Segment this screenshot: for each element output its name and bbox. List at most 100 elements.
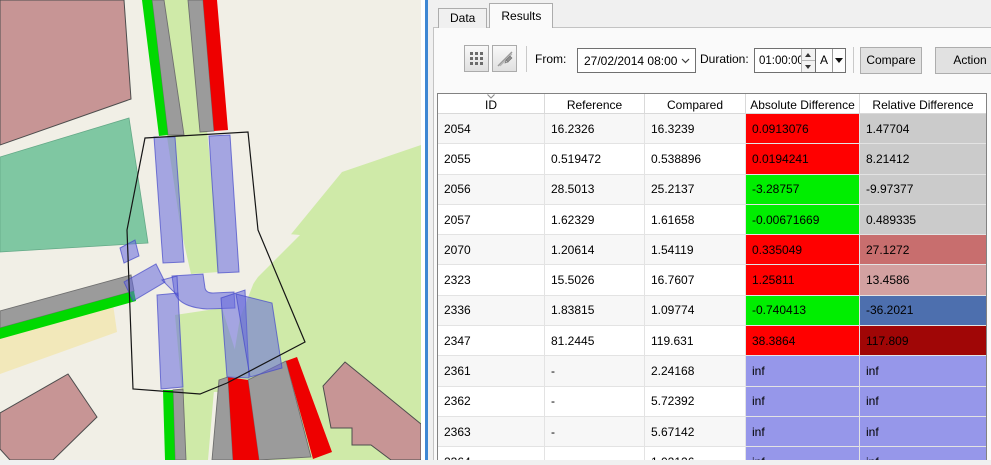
duration-label: Duration:	[700, 52, 749, 66]
cell-compared: 5.67142	[645, 417, 746, 447]
sort-indicator-icon	[487, 94, 496, 99]
chevron-down-icon	[681, 58, 695, 64]
tab-bar: Data Results	[438, 3, 555, 28]
cell-id: 2054	[438, 114, 545, 144]
from-datetime-combo[interactable]: 27/02/2014 08:00	[577, 48, 696, 73]
cell-compared: 1.02126	[645, 447, 746, 460]
cell-absolute-difference: -0.00671669	[746, 205, 860, 235]
table-row[interactable]: 2362 - 5.72392 inf inf	[438, 387, 986, 417]
cell-compared: 5.72392	[645, 387, 746, 417]
from-label: From:	[535, 52, 566, 66]
table-header: ID Reference Compared Absolute Differenc…	[438, 94, 986, 114]
cell-reference: -	[545, 356, 645, 386]
cell-absolute-difference: 0.0913076	[746, 114, 860, 144]
grid-view-button[interactable]	[464, 45, 489, 72]
mode-dropdown-button[interactable]: A	[815, 48, 846, 73]
compare-button[interactable]: Compare	[860, 47, 922, 74]
map-canvas	[0, 0, 421, 460]
cell-id: 2055	[438, 144, 545, 174]
action-button[interactable]: Action	[935, 47, 991, 74]
cell-absolute-difference: inf	[746, 387, 860, 417]
cell-absolute-difference: 0.335049	[746, 235, 860, 265]
dropdown-arrow-icon[interactable]	[832, 49, 845, 72]
cell-id: 2347	[438, 326, 545, 356]
cell-id: 2364	[438, 447, 545, 460]
table-row[interactable]: 2363 - 5.67142 inf inf	[438, 417, 986, 447]
cell-relative-difference: inf	[860, 356, 986, 386]
tab-results[interactable]: Results	[489, 3, 553, 28]
cell-id: 2336	[438, 296, 545, 326]
cell-absolute-difference: 0.0194241	[746, 144, 860, 174]
cell-reference: 15.5026	[545, 265, 645, 295]
table-row[interactable]: 2361 - 2.24168 inf inf	[438, 356, 986, 386]
column-header-absolute-difference[interactable]: Absolute Difference	[746, 94, 860, 113]
selected-segment	[157, 293, 183, 389]
spinner-buttons	[801, 49, 815, 72]
pencil-line-icon	[497, 51, 513, 67]
column-header-id[interactable]: ID	[438, 94, 545, 113]
cell-relative-difference: inf	[860, 387, 986, 417]
table-row[interactable]: 2056 28.5013 25.2137 -3.28757 -9.97377	[438, 175, 986, 205]
grid-table-icon	[469, 51, 484, 66]
cell-reference: -	[545, 417, 645, 447]
cell-id: 2361	[438, 356, 545, 386]
toolbar-separator	[526, 46, 527, 72]
cell-compared: 16.7607	[645, 265, 746, 295]
cell-reference: -	[545, 447, 645, 460]
cell-reference: -	[545, 387, 645, 417]
cell-id: 2056	[438, 175, 545, 205]
cell-relative-difference: 27.1272	[860, 235, 986, 265]
cell-relative-difference: -36.2021	[860, 296, 986, 326]
duration-spinbox[interactable]: 01:00:00	[754, 48, 816, 73]
table-row[interactable]: 2336 1.83815 1.09774 -0.740413 -36.2021	[438, 296, 986, 326]
column-header-relative-difference[interactable]: Relative Difference	[860, 94, 986, 113]
cell-absolute-difference: -0.740413	[746, 296, 860, 326]
map-view[interactable]	[0, 0, 421, 460]
results-table: ID Reference Compared Absolute Differenc…	[437, 93, 987, 460]
plot-draw-button[interactable]	[492, 45, 517, 72]
toolbar-separator	[853, 47, 854, 73]
cell-relative-difference: inf	[860, 417, 986, 447]
cell-absolute-difference: inf	[746, 447, 860, 460]
cell-id: 2070	[438, 235, 545, 265]
cell-compared: 16.3239	[645, 114, 746, 144]
from-datetime-value: 27/02/2014 08:00	[584, 54, 677, 68]
cell-relative-difference: 0.489335	[860, 205, 986, 235]
tab-data[interactable]: Data	[438, 8, 487, 28]
table-row[interactable]: 2057 1.62329 1.61658 -0.00671669 0.48933…	[438, 205, 986, 235]
cell-absolute-difference: 1.25811	[746, 265, 860, 295]
table-body: 2054 16.2326 16.3239 0.0913076 1.47704 2…	[438, 114, 986, 460]
cell-compared: 119.631	[645, 326, 746, 356]
table-row[interactable]: 2070 1.20614 1.54119 0.335049 27.1272	[438, 235, 986, 265]
cell-reference: 81.2445	[545, 326, 645, 356]
cell-relative-difference: 8.21412	[860, 144, 986, 174]
table-row[interactable]: 2323 15.5026 16.7607 1.25811 13.4586	[438, 265, 986, 295]
cell-relative-difference: 1.47704	[860, 114, 986, 144]
table-row[interactable]: 2347 81.2445 119.631 38.3864 117.809	[438, 326, 986, 356]
table-row[interactable]: 2364 - 1.02126 inf inf	[438, 447, 986, 460]
column-header-compared[interactable]: Compared	[645, 94, 746, 113]
cell-compared: 2.24168	[645, 356, 746, 386]
cell-id: 2323	[438, 265, 545, 295]
spin-up-button[interactable]	[802, 49, 815, 60]
cell-reference: 1.20614	[545, 235, 645, 265]
cell-id: 2362	[438, 387, 545, 417]
cell-compared: 1.61658	[645, 205, 746, 235]
cell-reference: 0.519472	[545, 144, 645, 174]
column-header-reference[interactable]: Reference	[545, 94, 645, 113]
results-panel: Data Results From: 27/02/2014 08:00 Dura…	[428, 0, 991, 460]
cell-compared: 25.2137	[645, 175, 746, 205]
cell-compared: 1.54119	[645, 235, 746, 265]
table-row[interactable]: 2054 16.2326 16.3239 0.0913076 1.47704	[438, 114, 986, 144]
cell-reference: 1.83815	[545, 296, 645, 326]
mode-value: A	[816, 49, 832, 72]
cell-id: 2363	[438, 417, 545, 447]
duration-value: 01:00:00	[759, 55, 804, 67]
table-row[interactable]: 2055 0.519472 0.538896 0.0194241 8.21412	[438, 144, 986, 174]
cell-absolute-difference: 38.3864	[746, 326, 860, 356]
spin-down-button[interactable]	[802, 60, 815, 72]
cell-relative-difference: 117.809	[860, 326, 986, 356]
cell-absolute-difference: inf	[746, 356, 860, 386]
cell-absolute-difference: inf	[746, 417, 860, 447]
cell-reference: 16.2326	[545, 114, 645, 144]
